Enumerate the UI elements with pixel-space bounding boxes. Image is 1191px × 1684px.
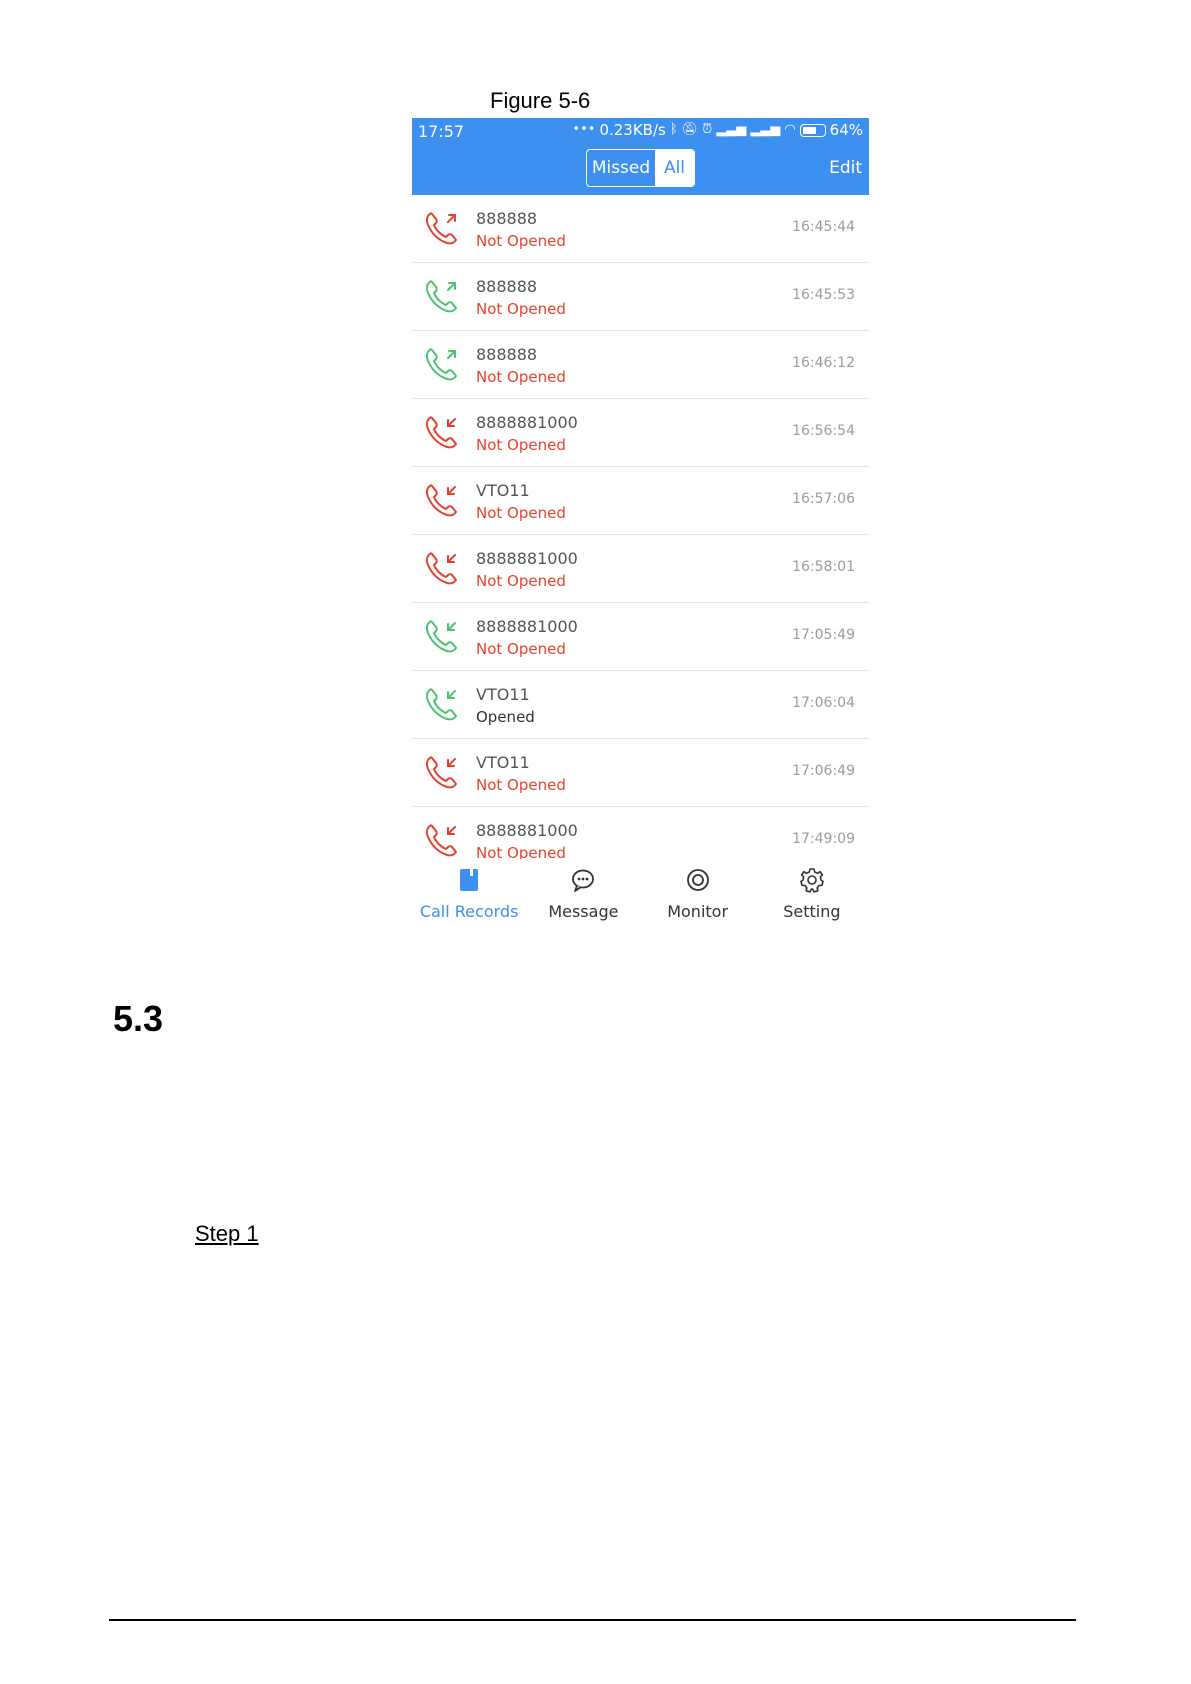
caller-name: VTO11 <box>476 481 530 500</box>
door-status: Opened <box>476 708 535 726</box>
filter-toggle: Missed All <box>586 149 695 187</box>
mute-icon: 🔕︎ <box>681 122 699 137</box>
call-records-list: 888888 Not Opened 16:45:44 888888 Not Opened… <box>412 195 869 864</box>
incoming-call-icon <box>422 616 462 656</box>
call-time: 17:49:09 <box>792 831 855 847</box>
tab-missed[interactable]: Missed <box>587 150 655 186</box>
network-speed: 0.23KB/s <box>599 121 666 139</box>
call-time: 16:46:12 <box>792 355 855 371</box>
call-record-row[interactable]: 888888 Not Opened 16:45:44 <box>412 195 869 263</box>
call-records-icon <box>456 867 482 893</box>
call-time: 16:45:53 <box>792 287 855 303</box>
incoming-call-icon <box>422 684 462 724</box>
caller-name: VTO11 <box>476 753 530 772</box>
section-number: 5.3 <box>113 998 164 1039</box>
caller-name: 8888881000 <box>476 549 578 568</box>
edit-button[interactable]: Edit <box>829 158 862 178</box>
call-time: 17:06:49 <box>792 763 855 779</box>
call-record-row[interactable]: 888888 Not Opened 16:46:12 <box>412 331 869 399</box>
gear-icon <box>799 867 825 893</box>
call-record-row[interactable]: 8888881000 Not Opened 16:58:01 <box>412 535 869 603</box>
signal-icon: ▂▃▅ <box>716 122 747 137</box>
door-status: Not Opened <box>476 300 566 318</box>
alarm-icon: ⏰︎ <box>702 122 713 137</box>
tab-label: Monitor <box>667 902 729 921</box>
caller-name: VTO11 <box>476 685 530 704</box>
battery-level: 64% <box>829 121 863 139</box>
caller-name: 8888881000 <box>476 821 578 840</box>
call-time: 16:58:01 <box>792 559 855 575</box>
tab-label: Call Records <box>419 902 519 921</box>
incoming-call-icon <box>422 480 462 520</box>
status-bar-right: ••• 0.23KB/s ᛒ 🔕︎ ⏰︎ ▂▃▅ ▂▃▅ ◠ 64% <box>572 121 863 139</box>
call-time: 16:56:54 <box>792 423 855 439</box>
app-header: 17:57 ••• 0.23KB/s ᛒ 🔕︎ ⏰︎ ▂▃▅ ▂▃▅ ◠ 64%… <box>412 118 869 195</box>
call-record-row[interactable]: 8888881000 Not Opened 17:49:09 <box>412 807 869 864</box>
tab-message[interactable]: Message <box>526 859 640 938</box>
door-status: Not Opened <box>476 232 566 250</box>
door-status: Not Opened <box>476 368 566 386</box>
signal-icon-2: ▂▃▅ <box>750 122 781 137</box>
call-time: 16:57:06 <box>792 491 855 507</box>
call-record-row[interactable]: 888888 Not Opened 16:45:53 <box>412 263 869 331</box>
caller-name: 8888881000 <box>476 413 578 432</box>
caller-name: 888888 <box>476 345 538 364</box>
door-status: Not Opened <box>476 776 566 794</box>
call-record-row[interactable]: VTO11 Not Opened 16:57:06 <box>412 467 869 535</box>
outgoing-call-icon <box>422 276 462 316</box>
incoming-call-icon <box>422 548 462 588</box>
bottom-tab-bar: Call Records Message Monitor Setting <box>412 859 869 938</box>
message-icon <box>570 867 596 893</box>
wifi-icon: ◠ <box>784 122 796 137</box>
door-status: Not Opened <box>476 572 566 590</box>
call-record-row[interactable]: 8888881000 Not Opened 16:56:54 <box>412 399 869 467</box>
call-time: 17:05:49 <box>792 627 855 643</box>
door-status: Not Opened <box>476 436 566 454</box>
call-time: 17:06:04 <box>792 695 855 711</box>
incoming-call-icon <box>422 820 462 860</box>
door-status: Not Opened <box>476 504 566 522</box>
caller-name: 888888 <box>476 277 538 296</box>
tab-gear[interactable]: Setting <box>755 859 869 938</box>
phone-screenshot: 17:57 ••• 0.23KB/s ᛒ 🔕︎ ⏰︎ ▂▃▅ ▂▃▅ ◠ 64%… <box>412 118 869 938</box>
caller-name: 8888881000 <box>476 617 578 636</box>
tab-label: Message <box>548 902 619 921</box>
incoming-call-icon <box>422 412 462 452</box>
bluetooth-icon: ᛒ <box>669 122 678 137</box>
step-label: Step 1 <box>195 1221 259 1246</box>
status-time: 17:57 <box>418 122 465 141</box>
tab-all[interactable]: All <box>655 150 694 186</box>
battery-icon <box>799 123 826 137</box>
outgoing-call-icon <box>422 208 462 248</box>
caller-name: 888888 <box>476 209 538 228</box>
monitor-icon <box>685 867 711 893</box>
call-record-row[interactable]: VTO11 Opened 17:06:04 <box>412 671 869 739</box>
door-status: Not Opened <box>476 640 566 658</box>
incoming-call-icon <box>422 752 462 792</box>
figure-caption: Figure 5-6 <box>490 88 591 113</box>
footer-rule <box>109 1619 1076 1621</box>
tab-label: Setting <box>783 902 841 921</box>
tab-call-records[interactable]: Call Records <box>412 859 526 938</box>
call-record-row[interactable]: 8888881000 Not Opened 17:05:49 <box>412 603 869 671</box>
more-dots-icon: ••• <box>572 122 596 137</box>
call-time: 16:45:44 <box>792 219 855 235</box>
outgoing-call-icon <box>422 344 462 384</box>
tab-monitor[interactable]: Monitor <box>641 859 755 938</box>
call-record-row[interactable]: VTO11 Not Opened 17:06:49 <box>412 739 869 807</box>
